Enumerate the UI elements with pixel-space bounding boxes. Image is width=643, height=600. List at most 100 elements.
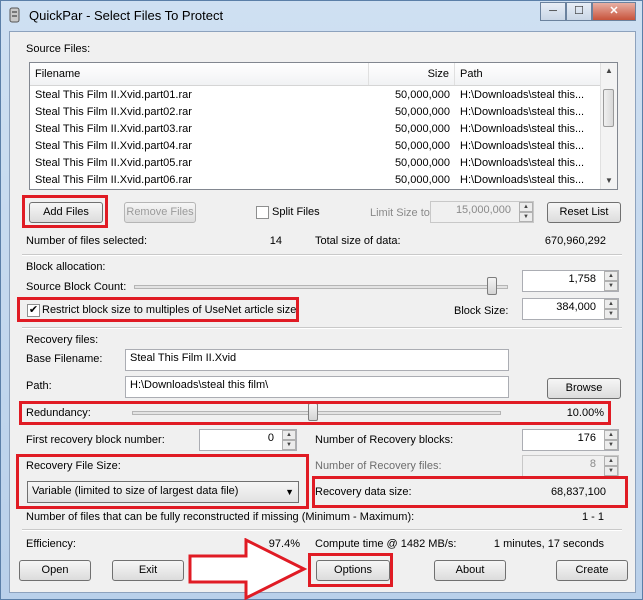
block-count-slider[interactable] xyxy=(487,277,498,295)
path-cell: H:\Downloads\steal this... xyxy=(460,140,585,152)
scroll-up-icon[interactable]: ▲ xyxy=(601,63,617,79)
restrict-block-size-checkbox[interactable]: ✔ xyxy=(27,304,40,317)
about-button[interactable]: About xyxy=(434,560,506,581)
source-files-list[interactable]: Filename Size Path Steal This Film II.Xv… xyxy=(29,62,618,190)
files-selected-label: Number of files selected: xyxy=(26,235,148,247)
first-recovery-block-label: First recovery block number: xyxy=(26,434,165,446)
reconstructable-files-label: Number of files that can be fully recons… xyxy=(26,511,415,523)
create-button[interactable]: Create xyxy=(556,560,628,581)
chevron-down-icon: ▼ xyxy=(285,487,294,497)
spin-down-icon[interactable]: ▼ xyxy=(604,466,618,476)
redundancy-value: 10.00% xyxy=(566,407,604,419)
source-block-count-label: Source Block Count: xyxy=(26,281,127,293)
recovery-files-spinner[interactable]: ▲ ▼ xyxy=(604,456,618,476)
divider xyxy=(22,327,622,329)
spin-up-icon[interactable]: ▲ xyxy=(604,299,618,309)
spin-down-icon[interactable]: ▼ xyxy=(604,440,618,450)
redundancy-slider[interactable] xyxy=(307,403,318,421)
recovery-files-count-label: Number of Recovery files: xyxy=(315,460,442,472)
exit-button[interactable]: Exit xyxy=(112,560,184,581)
spin-down-icon[interactable]: ▼ xyxy=(604,281,618,291)
dialog-body: Source Files: Filename Size Path Steal T… xyxy=(9,31,636,593)
block-size-spinner[interactable]: ▲ ▼ xyxy=(604,299,618,319)
spin-down-icon[interactable]: ▼ xyxy=(604,309,618,319)
filename-cell: Steal This Film II.Xvid.part03.rar xyxy=(35,123,192,135)
path-cell: H:\Downloads\steal this... xyxy=(460,106,585,118)
filename-cell: Steal This Film II.Xvid.part02.rar xyxy=(35,106,192,118)
size-cell: 50,000,000 xyxy=(394,89,450,101)
base-filename-label: Base Filename: xyxy=(26,353,103,365)
close-button[interactable]: ✕ xyxy=(592,2,636,21)
column-header-filename[interactable]: Filename xyxy=(30,63,369,85)
recovery-file-size-dropdown[interactable]: Variable (limited to size of largest dat… xyxy=(27,481,299,503)
split-files-checkbox[interactable] xyxy=(256,206,269,219)
path-cell: H:\Downloads\steal this... xyxy=(460,157,585,169)
list-scrollbar[interactable]: ▲ ▼ xyxy=(600,63,617,189)
reset-list-button[interactable]: Reset List xyxy=(547,202,621,223)
first-block-spinner[interactable]: ▲ ▼ xyxy=(282,430,296,450)
title-bar[interactable]: QuickPar - Select Files To Protect ─ ☐ ✕ xyxy=(1,1,642,29)
quickpar-icon xyxy=(9,7,20,23)
limit-size-spinner[interactable]: ▲ ▼ xyxy=(519,202,533,222)
size-cell: 50,000,000 xyxy=(394,123,450,135)
column-header-size[interactable]: Size xyxy=(369,63,455,85)
add-files-button[interactable]: Add Files xyxy=(29,202,103,223)
total-size-label: Total size of data: xyxy=(315,235,401,247)
table-row[interactable]: Steal This Film II.Xvid.part02.rar 50,000… xyxy=(30,104,601,121)
size-cell: 50,000,000 xyxy=(394,174,450,186)
scroll-down-icon[interactable]: ▼ xyxy=(601,173,617,189)
path-field[interactable]: H:\Downloads\steal this film\ xyxy=(125,376,509,398)
minimize-button[interactable]: ─ xyxy=(540,2,566,21)
path-label: Path: xyxy=(26,380,52,392)
filename-cell: Steal This Film II.Xvid.part06.rar xyxy=(35,174,192,186)
filename-cell: Steal This Film II.Xvid.part05.rar xyxy=(35,157,192,169)
remove-files-button[interactable]: Remove Files xyxy=(124,202,196,223)
restrict-block-size-label: Restrict block size to multiples of UseN… xyxy=(42,304,297,316)
divider xyxy=(22,254,622,256)
spin-up-icon[interactable]: ▲ xyxy=(604,271,618,281)
open-button[interactable]: Open xyxy=(19,560,91,581)
table-row[interactable]: Steal This Film II.Xvid.part04.rar 50,000… xyxy=(30,138,601,155)
spin-up-icon[interactable]: ▲ xyxy=(519,202,533,212)
size-cell: 50,000,000 xyxy=(394,140,450,152)
recovery-files-label: Recovery files: xyxy=(26,334,99,346)
block-size-label: Block Size: xyxy=(454,305,509,317)
block-count-spinner[interactable]: ▲ ▼ xyxy=(604,271,618,291)
compute-time-value: 1 minutes, 17 seconds xyxy=(493,538,604,550)
size-cell: 50,000,000 xyxy=(394,157,450,169)
table-row[interactable]: Steal This Film II.Xvid.part06.rar 50,000… xyxy=(30,172,601,189)
split-files-label: Split Files xyxy=(272,206,320,218)
table-row[interactable]: Steal This Film II.Xvid.part03.rar 50,000… xyxy=(30,121,601,138)
redundancy-label: Redundancy: xyxy=(26,407,91,419)
table-row[interactable]: Steal This Film II.Xvid.part05.rar 50,000… xyxy=(30,155,601,172)
spin-up-icon[interactable]: ▲ xyxy=(604,456,618,466)
spin-down-icon[interactable]: ▼ xyxy=(282,440,296,450)
options-button[interactable]: Options xyxy=(316,560,390,581)
quickpar-window: QuickPar - Select Files To Protect ─ ☐ ✕… xyxy=(0,0,643,600)
scroll-thumb[interactable] xyxy=(603,89,614,127)
table-row[interactable]: Steal This Film II.Xvid.part01.rar 50,000… xyxy=(30,87,601,104)
limit-size-label: Limit Size to: xyxy=(370,207,433,219)
filename-cell: Steal This Film II.Xvid.part01.rar xyxy=(35,89,192,101)
recovery-data-size-value: 68,837,100 xyxy=(550,486,606,498)
browse-button[interactable]: Browse xyxy=(547,378,621,399)
base-filename-field[interactable]: Steal This Film II.Xvid xyxy=(125,349,509,371)
recovery-blocks-label: Number of Recovery blocks: xyxy=(315,434,454,446)
window-title: QuickPar - Select Files To Protect xyxy=(29,8,224,23)
divider xyxy=(22,529,622,531)
list-header: Filename Size Path xyxy=(30,63,601,86)
recovery-blocks-spinner[interactable]: ▲ ▼ xyxy=(604,430,618,450)
path-cell: H:\Downloads\steal this... xyxy=(460,174,585,186)
filename-cell: Steal This Film II.Xvid.part04.rar xyxy=(35,140,192,152)
maximize-button[interactable]: ☐ xyxy=(566,2,592,21)
reconstructable-files-value: 1 - 1 xyxy=(581,511,604,523)
total-size-value: 670,960,292 xyxy=(544,235,606,247)
spin-up-icon[interactable]: ▲ xyxy=(282,430,296,440)
column-header-path[interactable]: Path xyxy=(455,63,601,85)
path-cell: H:\Downloads\steal this... xyxy=(460,123,585,135)
spin-down-icon[interactable]: ▼ xyxy=(519,212,533,222)
recovery-data-size-label: Recovery data size: xyxy=(315,486,412,498)
checkmark-icon: ✔ xyxy=(28,304,39,316)
recovery-file-size-selected: Variable (limited to size of largest dat… xyxy=(32,485,239,497)
spin-up-icon[interactable]: ▲ xyxy=(604,430,618,440)
